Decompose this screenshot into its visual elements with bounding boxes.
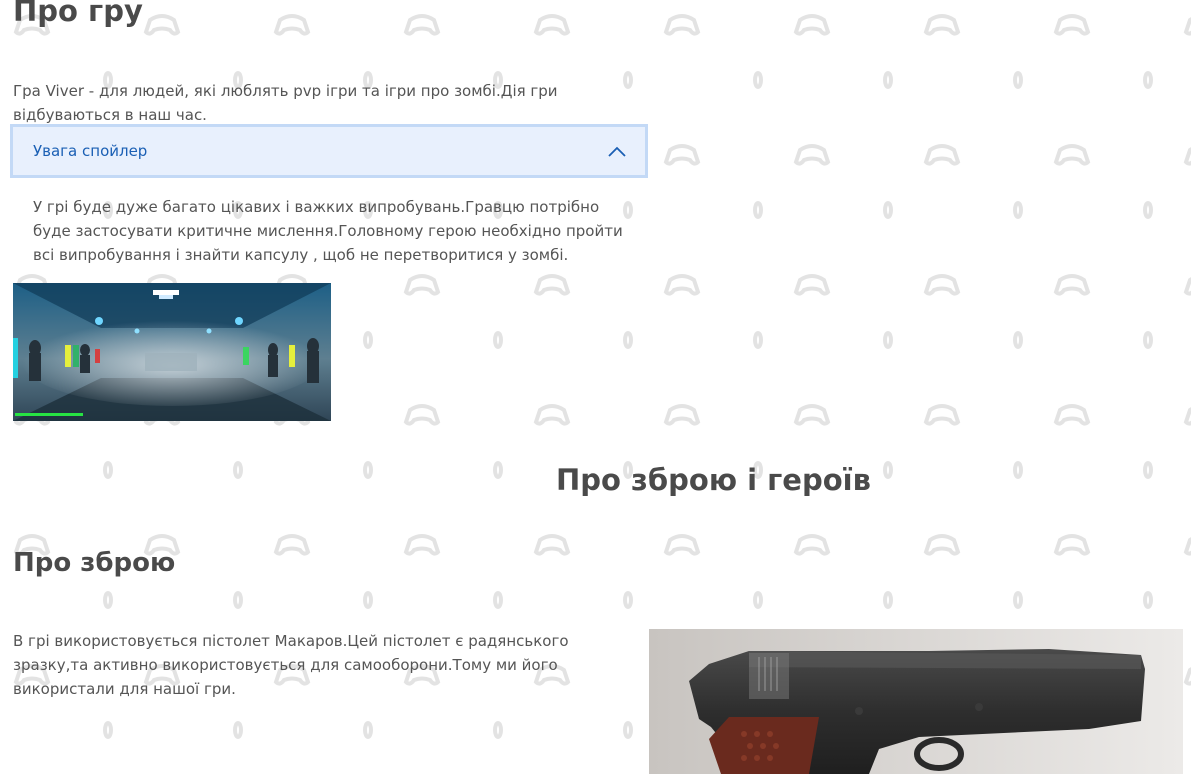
weapons-description: В грі використовується пістолет Макаров.… bbox=[13, 632, 569, 698]
section-title-weapons: Про зброю bbox=[13, 548, 176, 578]
about-game-intro: Гра Viver - для людей, які люблять pvp і… bbox=[13, 82, 558, 124]
game-screenshot-image bbox=[13, 283, 331, 421]
spoiler-accordion-label: Увага спойлер bbox=[33, 142, 148, 160]
spoiler-accordion-body: У грі буде дуже багато цікавих і важких … bbox=[33, 198, 623, 264]
page-title-about-game: Про гру bbox=[13, 0, 143, 28]
pistol-image bbox=[649, 629, 1183, 774]
section-title-weapons-heroes: Про зброю і героїв bbox=[556, 463, 871, 497]
spoiler-accordion-header[interactable]: Увага спойлер bbox=[10, 124, 648, 178]
chevron-up-icon bbox=[608, 146, 626, 157]
